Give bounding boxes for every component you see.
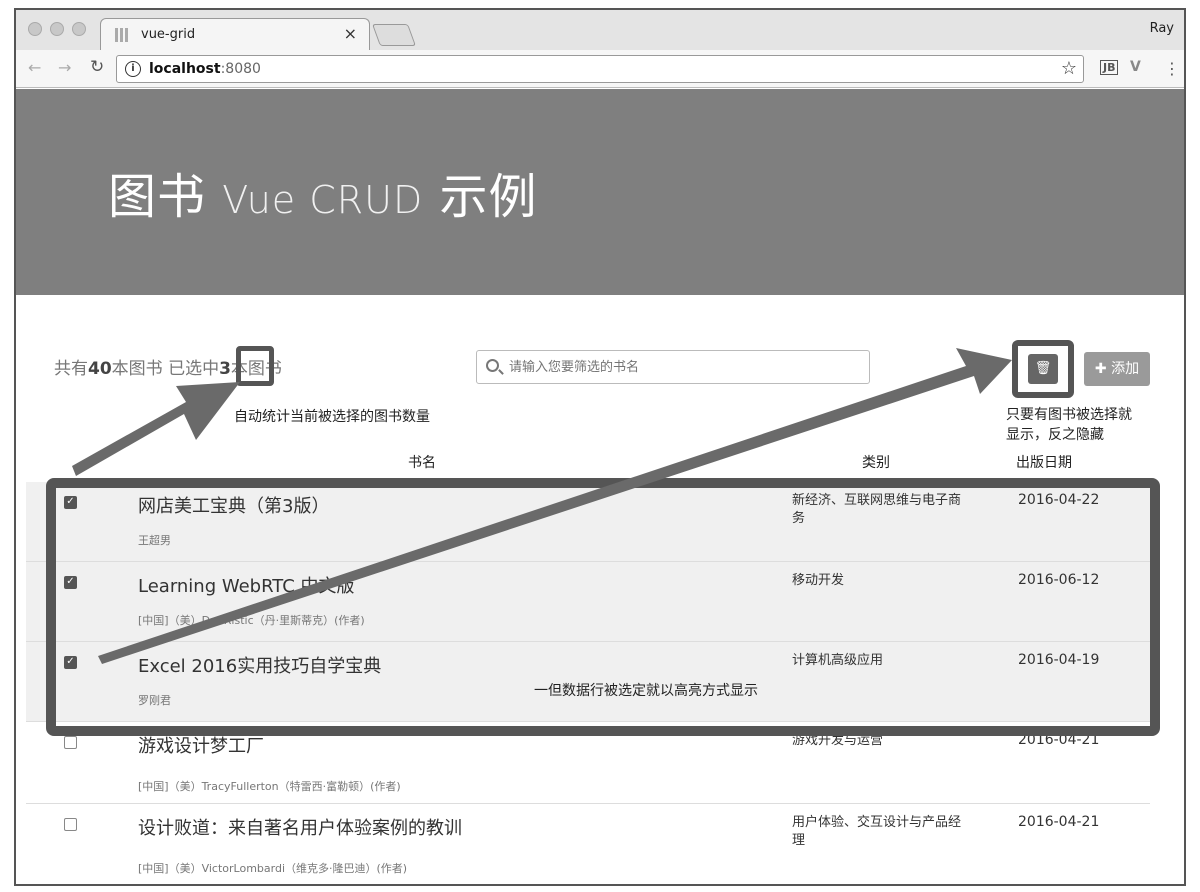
new-tab-button[interactable] <box>371 24 417 46</box>
zoom-window-button[interactable] <box>72 22 86 36</box>
row-checkbox[interactable] <box>64 818 77 831</box>
minimize-window-button[interactable] <box>50 22 64 36</box>
reload-icon[interactable]: ↻ <box>90 57 104 77</box>
row-checkbox[interactable] <box>64 736 77 749</box>
column-header-category[interactable]: 类别 <box>862 452 890 472</box>
delete-button-highlight-box <box>1012 340 1074 398</box>
delete-annotation-line2: 显示，反之隐藏 <box>1006 427 1104 443</box>
menu-icon[interactable]: ⋮ <box>1164 59 1180 78</box>
column-header-name[interactable]: 书名 <box>408 452 436 472</box>
address-bar[interactable]: i localhost:8080 ☆ <box>116 55 1084 83</box>
browser-window: vue-grid × Ray ← → ↻ i localhost:8080 ☆ … <box>14 8 1186 886</box>
search-input[interactable] <box>509 357 859 377</box>
url-text: localhost:8080 <box>149 61 261 77</box>
bookmark-star-icon[interactable]: ☆ <box>1061 58 1077 79</box>
page-header: 图书 Vue CRUD 示例 <box>16 89 1184 295</box>
page-favicon-icon <box>115 28 129 42</box>
jetbrains-extension-icon[interactable]: JB <box>1100 60 1119 75</box>
title-bar: vue-grid × Ray <box>16 10 1184 50</box>
vue-devtools-icon[interactable]: V <box>1130 59 1141 75</box>
book-date: 2016-04-21 <box>1018 814 1100 830</box>
selected-rows-highlight-frame <box>46 478 1160 736</box>
selected-count-highlight-box <box>236 346 274 386</box>
profile-name[interactable]: Ray <box>1150 21 1174 36</box>
book-author: [中国]（美）TracyFullerton（特雷西·富勒顿）(作者) <box>138 780 401 793</box>
forward-arrow-icon[interactable]: → <box>58 58 71 77</box>
column-header-date[interactable]: 出版日期 <box>1016 452 1072 472</box>
delete-annotation-line1: 只要有图书被选择就 <box>1006 407 1132 423</box>
close-window-button[interactable] <box>28 22 42 36</box>
page-title: 图书 Vue CRUD 示例 <box>108 169 538 225</box>
book-title: 设计败道：来自著名用户体验案例的教训 <box>138 818 462 839</box>
tab-close-icon[interactable]: × <box>344 24 357 43</box>
arrow-to-count <box>72 382 240 476</box>
book-category: 用户体验、交互设计与产品经理 <box>792 815 962 848</box>
info-icon[interactable]: i <box>125 61 141 77</box>
back-arrow-icon[interactable]: ← <box>28 58 41 77</box>
book-author: [中国]（美）VictorLombardi（维克多·隆巴迪）(作者) <box>138 862 408 875</box>
search-icon <box>486 359 499 372</box>
add-button[interactable]: ✚ 添加 <box>1084 352 1150 386</box>
tab-title: vue-grid <box>141 27 196 42</box>
browser-tab[interactable]: vue-grid × <box>100 18 370 50</box>
count-annotation: 自动统计当前被选择的图书数量 <box>234 409 430 425</box>
search-box <box>476 350 870 384</box>
browser-toolbar: ← → ↻ i localhost:8080 ☆ JB V ⋮ <box>16 50 1184 88</box>
table-row[interactable]: 设计败道：来自著名用户体验案例的教训 [中国]（美）VictorLombardi… <box>26 804 1150 884</box>
